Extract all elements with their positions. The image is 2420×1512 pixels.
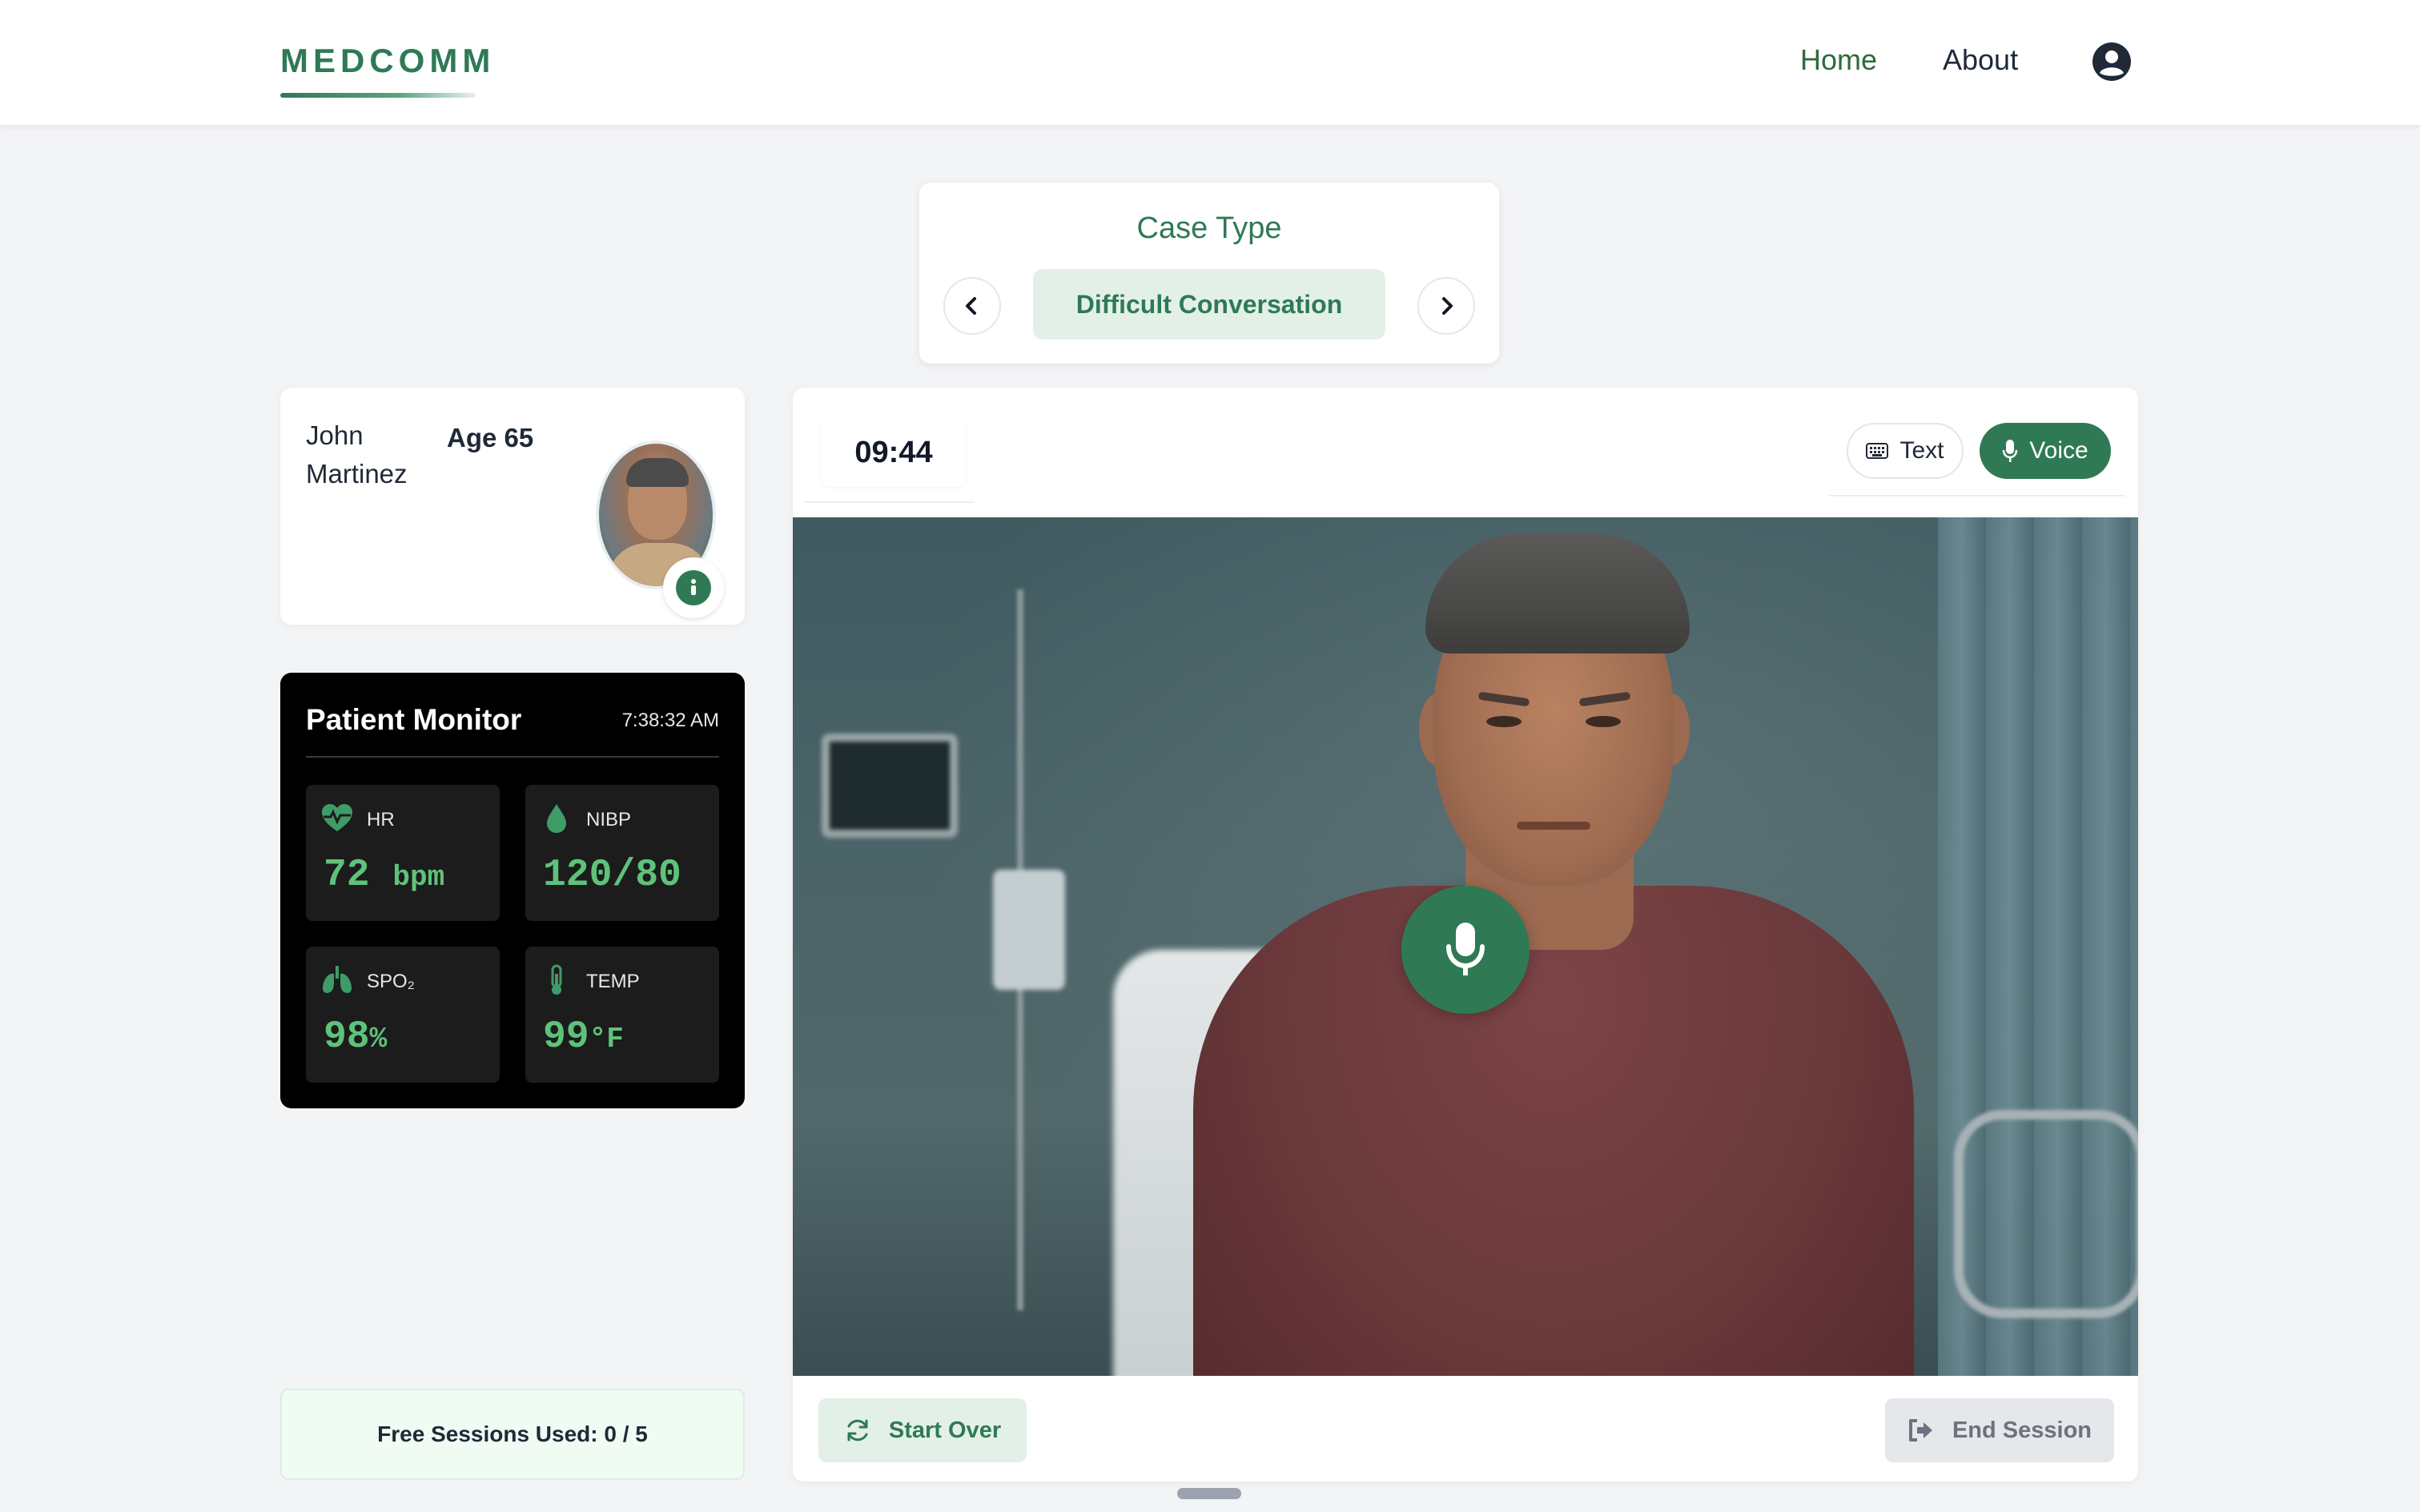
chevron-right-icon [1442,297,1453,315]
patient-name: John Martinez [306,420,408,489]
chevron-left-icon [966,297,976,315]
vital-hr-label: HR [367,809,395,830]
session-timer: 09:44 [822,418,966,487]
vital-temp: TEMP 99°F [525,947,719,1083]
blood-drop-icon [547,804,566,833]
monitor-clock: 7:38:32 AM [621,710,719,731]
nav-about-link[interactable]: About [1943,43,2018,77]
top-navbar: MEDCOMM Home About [0,0,2420,125]
scroll-handle[interactable] [1177,1488,1241,1499]
case-type-title: Case Type [1136,211,1282,245]
vital-spo2-label: SPO₂ [367,971,415,992]
timer-divider [804,501,974,503]
text-mode-button[interactable]: Text [1847,423,1964,479]
session-panel: 09:44 Text Voice Start Over End Session [793,388,2138,1482]
text-mode-label: Text [1899,437,1944,464]
end-session-button[interactable]: End Session [1885,1398,2114,1462]
case-type-selected[interactable]: Difficult Conversation [1033,269,1385,340]
microphone-icon [2003,440,2018,462]
patient-hair [1425,533,1690,653]
wall-monitor [822,734,958,838]
microphone-icon [1446,923,1485,975]
thermometer-icon [551,964,562,995]
start-over-label: Start Over [888,1417,1002,1443]
vital-nibp-label: NIBP [586,809,632,830]
vital-nibp-value: 120/80 [543,854,681,897]
vital-temp-value: 99°F [543,1015,624,1059]
mode-divider [1829,495,2125,497]
info-icon [691,579,696,595]
patient-monitor: Patient Monitor 7:38:32 AM HR 72 bpm NIB… [280,673,745,1108]
voice-mode-label: Voice [2029,437,2088,464]
logo-underline [280,93,476,98]
lungs-icon [323,966,352,993]
voice-mode-button[interactable]: Voice [1980,423,2111,479]
refresh-icon [847,1419,868,1442]
user-circle-icon[interactable] [2092,42,2132,82]
vital-hr-value: 72 bpm [324,854,445,897]
case-type-card: Case Type Difficult Conversation [919,183,1499,364]
vital-spo2-value: 98% [324,1015,388,1059]
monitor-title: Patient Monitor [306,703,522,736]
end-session-label: End Session [1952,1417,2092,1443]
patient-shirt [1193,886,1914,1376]
vital-hr: HR 72 bpm [306,785,500,921]
vital-spo2-unit: % [369,1023,388,1056]
free-sessions-banner: Free Sessions Used: 0 / 5 [280,1389,745,1480]
start-over-button[interactable]: Start Over [818,1398,1027,1462]
vital-spo2: SPO₂ 98% [306,947,500,1083]
heart-pulse-icon [322,804,352,831]
case-prev-button[interactable] [943,277,1001,335]
keyboard-icon [1866,443,1889,459]
patient-age: Age 65 [447,423,534,452]
record-voice-button[interactable] [1401,886,1530,1014]
patient-info-button[interactable] [663,557,724,618]
vital-temp-unit: °F [589,1023,624,1056]
monitor-divider [306,756,719,758]
bed-rail [1954,1110,2138,1318]
sign-out-icon [1908,1419,1932,1442]
vital-temp-label: TEMP [586,971,640,992]
nav-home-link[interactable]: Home [1800,43,1877,77]
iv-pump [993,870,1065,990]
patient-video-scene [793,517,2138,1376]
vital-nibp: NIBP 120/80 [525,785,719,921]
patient-card: John Martinez Age 65 [280,388,745,625]
logo[interactable]: MEDCOMM [280,42,495,80]
vital-hr-unit: bpm [392,861,445,894]
case-next-button[interactable] [1417,277,1475,335]
